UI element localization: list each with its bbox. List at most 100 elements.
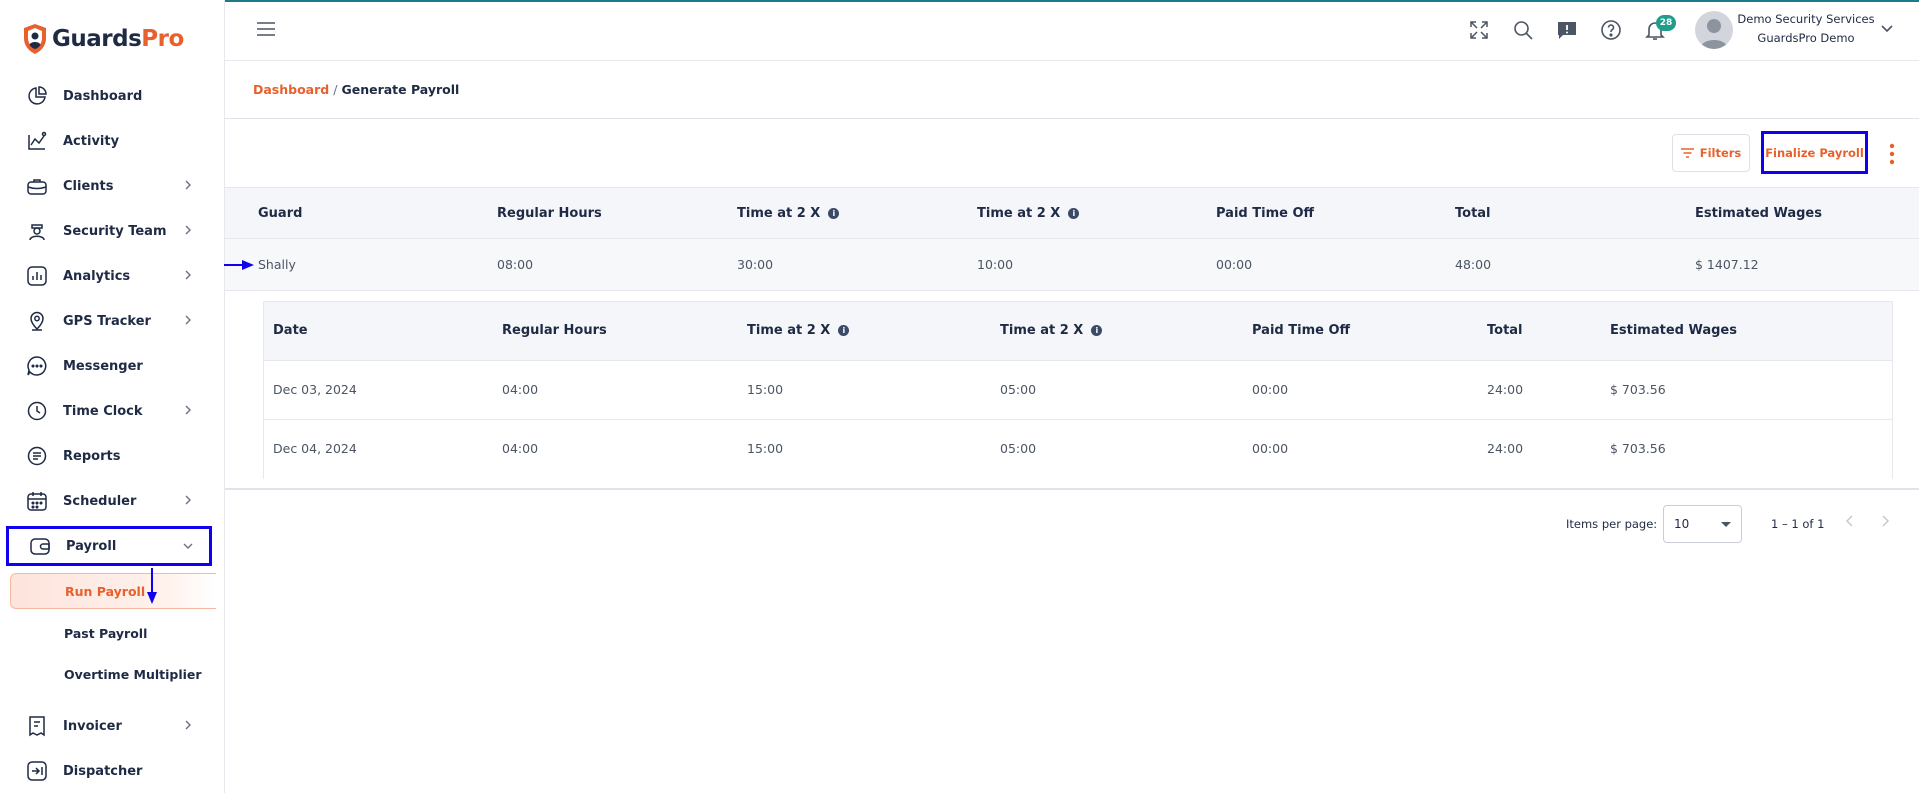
page-size-value: 10 — [1674, 517, 1690, 531]
sidebar-subitem-past-payroll[interactable]: Past Payroll — [10, 615, 216, 651]
sidebar-subitem-run-payroll[interactable]: Run Payroll — [10, 573, 216, 609]
finalize-payroll-button[interactable]: Finalize Payroll — [1761, 131, 1868, 174]
sidebar-item-label: Activity — [63, 133, 120, 149]
search-icon[interactable] — [1512, 19, 1534, 41]
caret-down-icon — [1721, 522, 1731, 527]
sidebar-item-label: Analytics — [63, 268, 131, 284]
avatar[interactable] — [1695, 11, 1733, 49]
cell-regular-hours: 08:00 — [497, 257, 534, 272]
help-icon[interactable] — [1600, 19, 1622, 41]
filters-label: Filters — [1699, 146, 1742, 160]
chevron-right-icon — [185, 720, 191, 730]
col-time-2x-b-label: Time at 2 X — [1000, 323, 1084, 338]
report-icon — [26, 445, 48, 467]
sidebar-item-invoicer[interactable]: Invoicer — [6, 707, 212, 745]
sidebar-item-dispatcher[interactable]: Dispatcher — [6, 752, 212, 790]
sidebar-item-dashboard[interactable]: Dashboard — [6, 77, 212, 115]
sidebar-item-label: Security Team — [63, 223, 167, 239]
table-row: Dec 03, 2024 04:00 15:00 05:00 00:00 24:… — [264, 361, 1892, 420]
cell-paid-time-off: 00:00 — [1216, 257, 1253, 272]
user-silhouette-icon — [1700, 19, 1728, 49]
feedback-icon[interactable] — [1556, 19, 1578, 41]
brand-name: GuardsPro — [52, 26, 184, 52]
chevron-left-icon[interactable] — [1843, 514, 1857, 528]
col-time-2x-b[interactable]: Time at 2 X i — [977, 206, 1080, 221]
user-name: Demo Security Services — [1737, 12, 1875, 26]
sidebar-subitem-overtime-multiplier[interactable]: Overtime Multiplier — [10, 656, 216, 692]
col-time-2x-a-label: Time at 2 X — [747, 323, 831, 338]
info-icon[interactable]: i — [1068, 208, 1080, 219]
sidebar-item-label: Scheduler — [63, 493, 137, 509]
top-header: 28 Demo Security Services GuardsPro Demo — [225, 2, 1919, 61]
col-time-2x-b-label: Time at 2 X — [977, 206, 1061, 221]
items-per-page-label: Items per page: — [1566, 517, 1658, 531]
annotation-arrow-down — [147, 568, 157, 604]
cell-paid-time-off: 00:00 — [1252, 382, 1289, 397]
sidebar-item-analytics[interactable]: Analytics — [6, 257, 212, 295]
col-guard[interactable]: Guard — [258, 206, 302, 221]
annotation-arrow-right — [224, 260, 254, 270]
cell-time-2x-b: 10:00 — [977, 257, 1014, 272]
sidebar-item-label: Dashboard — [63, 88, 143, 104]
notification-badge: 28 — [1656, 15, 1676, 31]
cell-estimated-wages: $ 1407.12 — [1695, 257, 1759, 272]
breadcrumb: Dashboard / Generate Payroll — [253, 82, 459, 97]
chevron-down-icon — [183, 543, 193, 549]
wallet-icon — [29, 535, 51, 557]
hamburger-menu-icon[interactable] — [257, 22, 275, 36]
info-icon[interactable]: i — [828, 208, 840, 219]
cell-total: 24:00 — [1487, 382, 1524, 397]
logo[interactable]: GuardsPro — [22, 22, 184, 56]
chevron-right-icon[interactable] — [1878, 514, 1892, 528]
table-row: Dec 04, 2024 04:00 15:00 05:00 00:00 24:… — [264, 420, 1892, 479]
sidebar-item-label: Invoicer — [63, 718, 122, 734]
finalize-label: Finalize Payroll — [1765, 145, 1864, 160]
cell-paid-time-off: 00:00 — [1252, 441, 1289, 456]
detail-table-header: Date Regular Hours Time at 2 X i Time at … — [264, 302, 1892, 361]
page-size-select[interactable]: 10 — [1663, 505, 1742, 543]
sidebar-item-scheduler[interactable]: Scheduler — [6, 482, 212, 520]
sidebar-item-activity[interactable]: Activity — [6, 122, 212, 160]
sidebar-item-label: Payroll — [66, 538, 117, 554]
dashboard-icon — [26, 85, 48, 107]
cell-estimated-wages: $ 703.56 — [1610, 441, 1666, 456]
sidebar-item-reports[interactable]: Reports — [6, 437, 212, 475]
brand-part2: Pro — [141, 26, 184, 52]
col-estimated-wages[interactable]: Estimated Wages — [1695, 206, 1822, 221]
divider — [225, 488, 1919, 490]
cell-estimated-wages: $ 703.56 — [1610, 382, 1666, 397]
cell-regular-hours: 04:00 — [502, 382, 539, 397]
cell-total: 24:00 — [1487, 441, 1524, 456]
col-time-2x-a[interactable]: Time at 2 X i — [737, 206, 840, 221]
chevron-down-icon[interactable] — [1880, 24, 1894, 34]
sidebar-item-messenger[interactable]: Messenger — [6, 347, 212, 385]
col-paid-time-off[interactable]: Paid Time Off — [1216, 206, 1314, 221]
sidebar-item-label: Clients — [63, 178, 114, 194]
sidebar-item-security-team[interactable]: Security Team — [6, 212, 212, 250]
col-total: Total — [1487, 323, 1523, 338]
divider — [225, 118, 1919, 119]
sidebar-item-payroll[interactable]: Payroll — [6, 526, 212, 566]
col-regular-hours[interactable]: Regular Hours — [497, 206, 602, 221]
col-total[interactable]: Total — [1455, 206, 1491, 221]
fullscreen-icon[interactable] — [1468, 19, 1490, 41]
cell-regular-hours: 04:00 — [502, 441, 539, 456]
cell-date: Dec 04, 2024 — [273, 441, 357, 456]
more-options-icon[interactable] — [1888, 142, 1896, 166]
filters-button[interactable]: Filters — [1672, 134, 1750, 172]
info-icon[interactable]: i — [838, 325, 850, 336]
sidebar-item-label: Time Clock — [63, 403, 143, 419]
chat-bubble-icon — [26, 355, 48, 377]
cell-date: Dec 03, 2024 — [273, 382, 357, 397]
cell-time-2x-a: 15:00 — [747, 441, 784, 456]
sidebar-item-time-clock[interactable]: Time Clock — [6, 392, 212, 430]
sidebar-item-gps-tracker[interactable]: GPS Tracker — [6, 302, 212, 340]
chevron-right-icon — [185, 180, 191, 190]
info-icon[interactable]: i — [1091, 325, 1103, 336]
breadcrumb-home-link[interactable]: Dashboard — [253, 82, 329, 97]
cell-guard: Shally — [258, 257, 296, 272]
sidebar-item-clients[interactable]: Clients — [6, 167, 212, 205]
chevron-right-icon — [185, 405, 191, 415]
table-row[interactable]: Shally 08:00 30:00 10:00 00:00 48:00 $ 1… — [225, 239, 1919, 291]
cell-time-2x-a: 30:00 — [737, 257, 774, 272]
